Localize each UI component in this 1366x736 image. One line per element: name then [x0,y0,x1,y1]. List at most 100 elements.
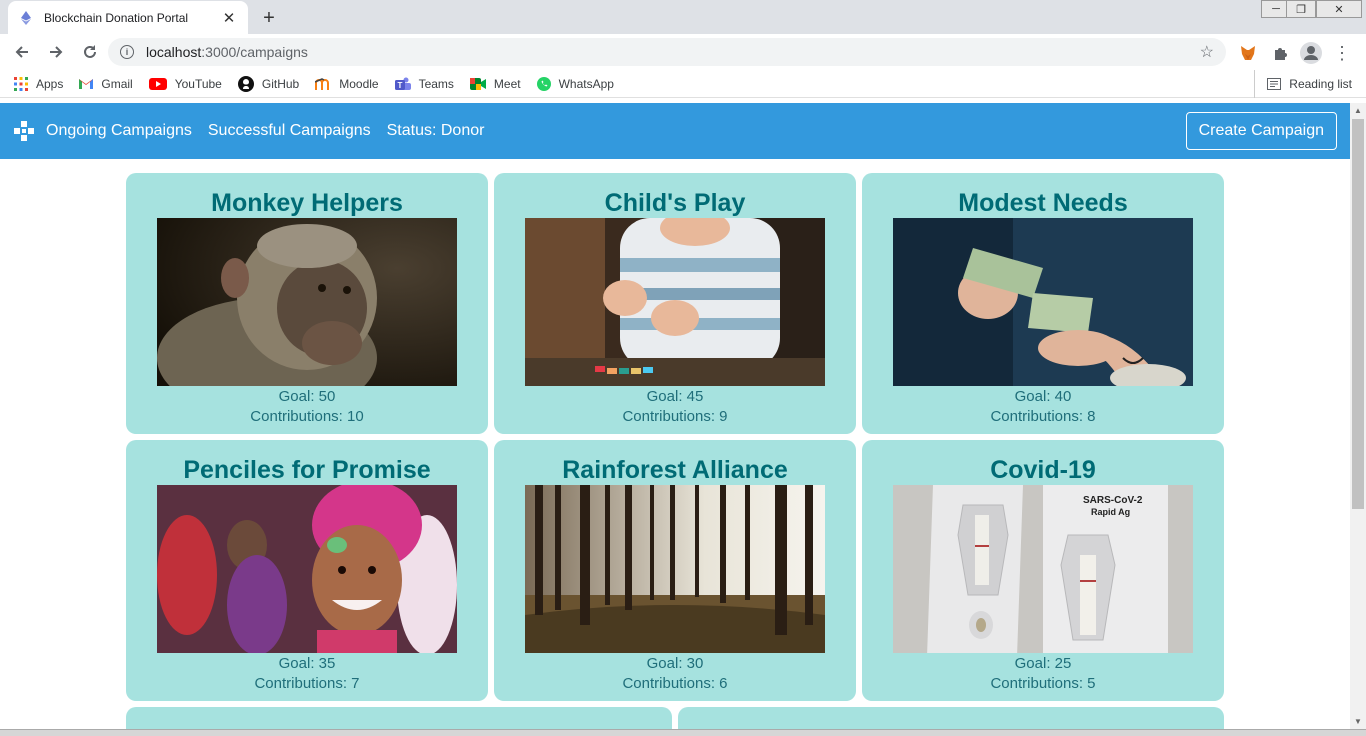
scroll-up-arrow-icon[interactable]: ▲ [1354,106,1362,115]
forward-arrow-icon [50,46,63,58]
metamask-icon[interactable] [1236,41,1260,65]
blockchain-logo-icon[interactable] [14,121,34,141]
youtube-icon [148,77,167,91]
whatsapp-icon [536,76,551,91]
bookmark-github[interactable]: GitHub [237,75,300,92]
campaign-card[interactable]: Penciles for Promise Goal: 35 Contributi… [126,440,488,701]
campaign-title[interactable]: Penciles for Promise [126,455,488,485]
campaign-card[interactable]: Child's Play Goal: 45 Contributions: 9 [494,173,856,434]
campaign-card[interactable]: Covid-19 SARS-CoV-2 Rapid Ag Goal: 25 Co… [862,440,1224,701]
create-campaign-button[interactable]: Create Campaign [1185,112,1337,150]
campaign-contributions: Contributions: 7 [254,675,360,692]
campaign-image-monkey [157,218,457,386]
reload-button[interactable] [74,36,106,68]
campaign-goal: Goal: 40 [1014,388,1072,405]
web-page: Ongoing Campaigns Successful Campaigns S… [0,103,1350,729]
url-path: :3000/campaigns [201,44,308,60]
os-taskbar [0,729,1366,736]
campaign-card[interactable]: Rainforest Alliance Goal: 30 Contributio… [494,440,856,701]
ethereum-icon [18,10,34,26]
back-arrow-icon [15,46,28,58]
maximize-button[interactable]: ❐ [1286,0,1316,18]
bookmark-moodle[interactable]: Moodle [315,76,379,91]
campaign-image-child-toys [525,218,825,386]
bookmark-label: Apps [36,76,64,91]
github-icon [237,75,254,92]
covid-test-sublabel: Rapid Ag [1091,507,1130,517]
site-navbar: Ongoing Campaigns Successful Campaigns S… [0,103,1350,159]
bookmark-label: Gmail [101,76,133,91]
scroll-down-arrow-icon[interactable]: ▼ [1354,717,1362,726]
meet-icon [469,77,486,91]
campaign-image-smiling-girl [157,485,457,653]
campaign-contributions: Contributions: 8 [990,408,1096,425]
browser-window: Blockchain Donation Portal ✕ + ─ ❐ ✕ i l… [0,0,1366,736]
campaign-image-covid-test: SARS-CoV-2 Rapid Ag [893,485,1193,653]
browser-tab[interactable]: Blockchain Donation Portal ✕ [8,1,248,34]
bookmark-star-icon[interactable]: ☆ [1200,42,1214,62]
bookmark-teams[interactable]: T Teams [394,76,454,91]
nav-status: Status: Donor [386,122,485,139]
campaign-goal: Goal: 50 [278,388,336,405]
campaign-contributions: Contributions: 5 [990,675,1096,692]
tab-strip: Blockchain Donation Portal ✕ + ─ ❐ ✕ [0,0,1366,34]
site-info-icon[interactable]: i [120,45,134,59]
campaign-contributions: Contributions: 9 [622,408,728,425]
bookmark-label: GitHub [261,76,300,91]
campaign-goal: Goal: 45 [646,388,704,405]
back-button[interactable] [6,36,38,68]
bookmark-gmail[interactable]: Gmail [79,76,133,91]
gmail-icon [79,77,94,91]
campaign-goal: Goal: 30 [646,655,704,672]
bookmark-label: YouTube [174,76,222,91]
scrollbar-thumb[interactable] [1352,119,1364,509]
moodle-icon [315,77,331,91]
profile-avatar-icon[interactable] [1299,41,1323,65]
campaign-title[interactable]: Child's Play [494,188,856,218]
covid-test-label: SARS-CoV-2 [1083,495,1143,506]
campaign-card[interactable]: Modest Needs Goal: 40 Contributions: 8 [862,173,1224,434]
bookmark-label: Meet [493,76,521,91]
url-text: localhost:3000/campaigns [146,44,308,60]
extensions-puzzle-icon[interactable] [1268,41,1292,65]
campaign-goal: Goal: 35 [278,655,336,672]
teams-icon: T [394,77,411,91]
bookmark-youtube[interactable]: YouTube [148,76,222,91]
new-tab-button[interactable]: + [256,5,282,31]
reading-list-button[interactable]: Reading list [1254,70,1352,98]
campaign-contributions: Contributions: 6 [622,675,728,692]
bookmark-label: Moodle [339,76,379,91]
campaign-card-partial[interactable] [678,707,1224,729]
campaign-contributions: Contributions: 10 [250,408,364,425]
campaign-title[interactable]: Monkey Helpers [126,188,488,218]
reading-list-icon [1267,78,1282,90]
bookmark-meet[interactable]: Meet [469,76,521,91]
tab-title: Blockchain Donation Portal [44,10,189,25]
browser-menu-icon[interactable]: ⋮ [1330,41,1354,65]
campaign-title[interactable]: Modest Needs [862,188,1224,218]
forward-button[interactable] [40,36,72,68]
reload-icon [84,45,96,58]
address-bar[interactable]: i localhost:3000/campaigns ☆ [108,38,1226,66]
campaign-goal: Goal: 25 [1014,655,1072,672]
bookmark-whatsapp[interactable]: WhatsApp [536,76,614,91]
bookmark-label: WhatsApp [558,76,614,91]
bookmarks-bar: Apps Gmail YouTube GitHub Moodle T Teams… [0,70,1366,98]
bookmark-apps[interactable]: Apps [14,76,64,91]
campaign-card-partial[interactable] [126,707,672,729]
page-scrollbar[interactable]: ▲ ▼ [1350,103,1366,729]
svg-text:T: T [397,81,402,90]
campaign-title[interactable]: Rainforest Alliance [494,455,856,485]
close-window-button[interactable]: ✕ [1316,0,1362,18]
tab-close-icon[interactable]: ✕ [220,9,238,27]
bookmark-label: Teams [418,76,454,91]
campaign-title[interactable]: Covid-19 [862,455,1224,485]
nav-ongoing-campaigns[interactable]: Ongoing Campaigns [46,122,192,140]
apps-grid-icon [14,76,28,91]
campaign-image-forest [525,485,825,653]
campaign-image-money-hands [893,218,1193,386]
reading-list-label: Reading list [1289,77,1352,91]
nav-successful-campaigns[interactable]: Successful Campaigns [208,122,371,140]
url-host: localhost [146,44,202,60]
campaign-card[interactable]: Monkey Helpers Goal: 50 Contributions: 1… [126,173,488,434]
